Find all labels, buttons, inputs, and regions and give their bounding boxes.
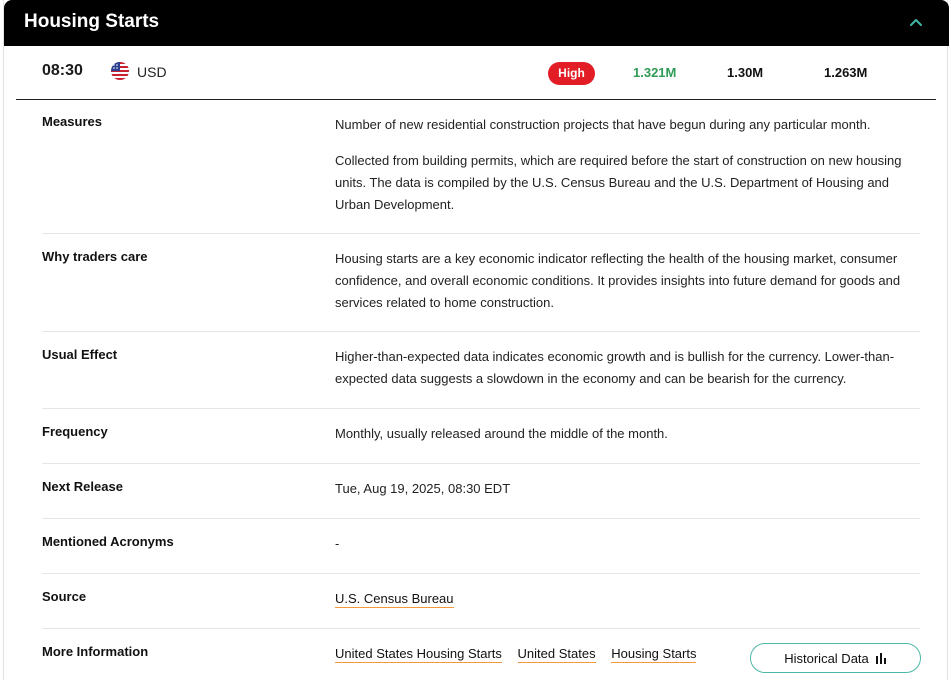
actual-value: 1.321M [633, 65, 677, 80]
historical-data-label: Historical Data [784, 650, 869, 666]
detail-label: Source [42, 589, 87, 604]
detail-value: Housing starts are a key economic indica… [335, 251, 901, 310]
detail-value: Number of new residential construction p… [335, 114, 925, 216]
event-title: Housing Starts [24, 11, 160, 32]
us-flag-icon [111, 62, 129, 80]
detail-row-why-traders-care: Why traders care Housing starts are a ke… [42, 234, 920, 332]
detail-row-measures: Measures Number of new residential const… [42, 100, 920, 234]
link-united-states[interactable]: United States [517, 646, 596, 663]
event-details: Measures Number of new residential const… [42, 100, 921, 680]
detail-row-mentioned-acronyms: Mentioned Acronyms - [42, 519, 920, 574]
detail-label: Frequency [42, 424, 108, 439]
historical-data-button[interactable]: Historical Data [750, 643, 921, 673]
currency-code: USD [137, 64, 167, 80]
forecast-value: 1.30M [727, 65, 764, 80]
detail-label: Measures [42, 114, 102, 129]
link-united-states-housing-starts[interactable]: United States Housing Starts [335, 646, 502, 663]
detail-label: Mentioned Acronyms [42, 534, 174, 549]
card-header[interactable]: Housing Starts [4, 0, 949, 46]
detail-row-frequency: Frequency Monthly, usually released arou… [42, 409, 920, 464]
impact-badge: High [548, 62, 595, 85]
measures-paragraph-2: Collected from building permits, which a… [335, 153, 902, 212]
detail-value: - [335, 536, 340, 551]
detail-row-next-release: Next Release Tue, Aug 19, 2025, 08:30 ED… [42, 464, 920, 519]
detail-row-more-information: More Information United States Housing S… [42, 629, 921, 680]
detail-label: Usual Effect [42, 347, 118, 362]
previous-value: 1.263M [824, 65, 868, 80]
detail-label: Next Release [42, 479, 123, 494]
event-time: 08:30 [42, 62, 83, 79]
event-card: Housing Starts 08:30 USD High 1.321M 1.3… [3, 0, 949, 680]
bar-chart-icon [875, 652, 886, 664]
link-housing-starts[interactable]: Housing Starts [611, 646, 697, 663]
event-summary-row: 08:30 USD High 1.321M 1.30M 1.263M [16, 46, 936, 100]
detail-row-source: Source U.S. Census Bureau [42, 574, 920, 629]
detail-value: Tue, Aug 19, 2025, 08:30 EDT [335, 481, 511, 496]
source-link[interactable]: U.S. Census Bureau [335, 591, 454, 608]
chevron-up-icon[interactable] [907, 14, 925, 32]
detail-value: Higher-than-expected data indicates econ… [335, 349, 895, 386]
measures-paragraph-1: Number of new residential construction p… [335, 117, 871, 132]
detail-label: More Information [42, 644, 149, 659]
detail-value: U.S. Census Bureau [335, 588, 925, 610]
detail-row-usual-effect: Usual Effect Higher-than-expected data i… [42, 332, 920, 409]
detail-value: Monthly, usually released around the mid… [335, 426, 668, 441]
detail-label: Why traders care [42, 249, 148, 264]
